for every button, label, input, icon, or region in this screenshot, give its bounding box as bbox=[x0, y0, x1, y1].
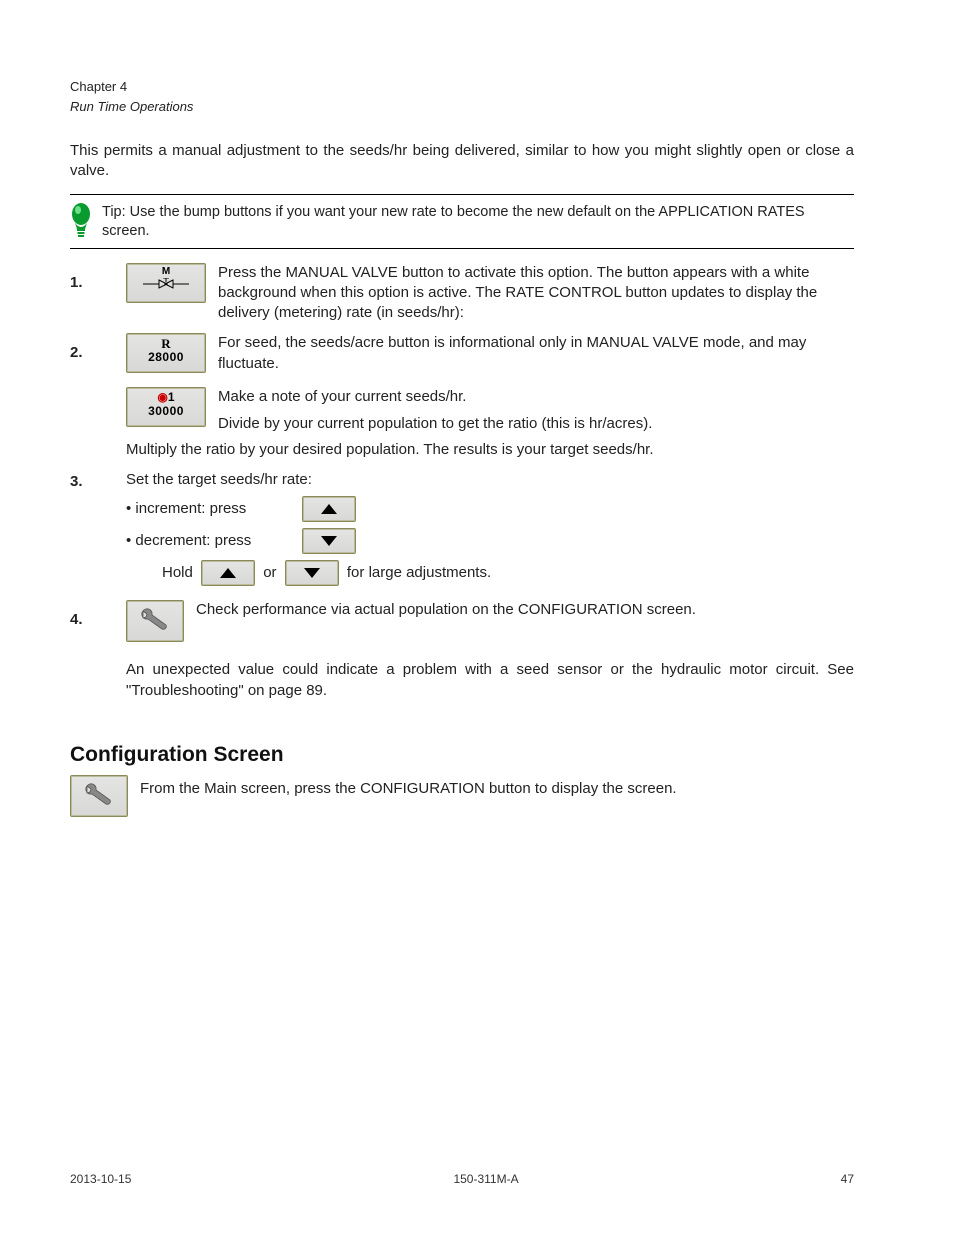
hold-down-button[interactable] bbox=[285, 560, 339, 586]
configuration-button-step4[interactable] bbox=[126, 600, 184, 642]
step-4: 4. Check performance via actual populati… bbox=[70, 600, 854, 713]
footer-date: 2013-10-15 bbox=[70, 1171, 131, 1187]
configuration-button[interactable] bbox=[70, 775, 128, 817]
step-3-hold-mid: or bbox=[263, 564, 276, 581]
arrow-down-icon bbox=[320, 535, 338, 547]
step-2-text-o-1: Make a note of your current seeds/hr. bbox=[126, 387, 854, 407]
wrench-icon bbox=[81, 782, 117, 806]
step-3-decrement-label: • decrement: press bbox=[126, 531, 298, 551]
configuration-section-text: From the Main screen, press the CONFIGUR… bbox=[140, 779, 854, 799]
rate-control-r-button[interactable]: R 28000 bbox=[126, 333, 206, 373]
configuration-section-title: Configuration Screen bbox=[70, 741, 854, 769]
rate-control-o-label: ◉◎11 bbox=[127, 391, 205, 405]
step-4-text-below: An unexpected value could indicate a pro… bbox=[126, 660, 854, 701]
step-1-number: 1. bbox=[70, 263, 126, 293]
rate-control-r-value: 28000 bbox=[127, 351, 205, 364]
step-2: 2. R 28000 For seed, the seeds/acre butt… bbox=[70, 333, 854, 460]
arrow-down-icon bbox=[303, 567, 321, 579]
step-4-number: 4. bbox=[70, 600, 126, 630]
rate-control-o-button[interactable]: ◉◎11 30000 bbox=[126, 387, 206, 427]
step-3-number: 3. bbox=[70, 470, 126, 492]
manual-valve-button-label: M bbox=[127, 267, 205, 278]
rate-control-r-label: R bbox=[127, 337, 205, 351]
increment-button[interactable] bbox=[302, 496, 356, 522]
footer-page-number: 47 bbox=[841, 1171, 854, 1187]
step-2-text-o-3: Multiply the ratio by your desired popul… bbox=[126, 440, 854, 460]
manual-valve-button[interactable]: M bbox=[126, 263, 206, 303]
step-3-hold-prefix: Hold bbox=[162, 564, 193, 581]
decrement-button[interactable] bbox=[302, 528, 356, 554]
step-2-text-r: For seed, the seeds/acre button is infor… bbox=[218, 334, 806, 371]
chapter-title: Run Time Operations bbox=[70, 98, 854, 116]
wrench-icon bbox=[137, 607, 173, 631]
footer-doc-id: 150-311M-A bbox=[453, 1171, 518, 1187]
intro-paragraph: This permits a manual adjustment to the … bbox=[70, 141, 854, 182]
tip-text: Tip: Use the bump buttons if you want yo… bbox=[102, 201, 854, 242]
configuration-section-row: From the Main screen, press the CONFIGUR… bbox=[70, 775, 854, 817]
lightbulb-icon bbox=[70, 201, 92, 241]
step-3-hold-suffix: for large adjustments. bbox=[347, 564, 491, 581]
step-2-number: 2. bbox=[70, 333, 126, 363]
page-footer: 2013-10-15 150-311M-A 47 bbox=[70, 1171, 854, 1187]
step-4-text-button: Check performance via actual population … bbox=[196, 601, 696, 618]
valve-icon bbox=[141, 278, 191, 290]
arrow-up-icon bbox=[320, 503, 338, 515]
step-3: 3. Set the target seeds/hr rate: • incre… bbox=[70, 470, 854, 586]
chapter-label: Chapter 4 bbox=[70, 78, 854, 96]
rate-control-o-value: 30000 bbox=[127, 405, 205, 418]
step-1-text: Press the MANUAL VALVE button to activat… bbox=[218, 264, 817, 322]
tip-callout: Tip: Use the bump buttons if you want yo… bbox=[70, 194, 854, 249]
step-2-text-o-2: Divide by your current population to get… bbox=[126, 414, 854, 434]
hold-up-button[interactable] bbox=[201, 560, 255, 586]
step-3-increment-label: • increment: press bbox=[126, 499, 298, 519]
arrow-up-icon bbox=[219, 567, 237, 579]
step-3-intro: Set the target seeds/hr rate: bbox=[126, 470, 854, 490]
step-1: 1. M Press the MANUAL VALVE button to ac… bbox=[70, 263, 854, 324]
